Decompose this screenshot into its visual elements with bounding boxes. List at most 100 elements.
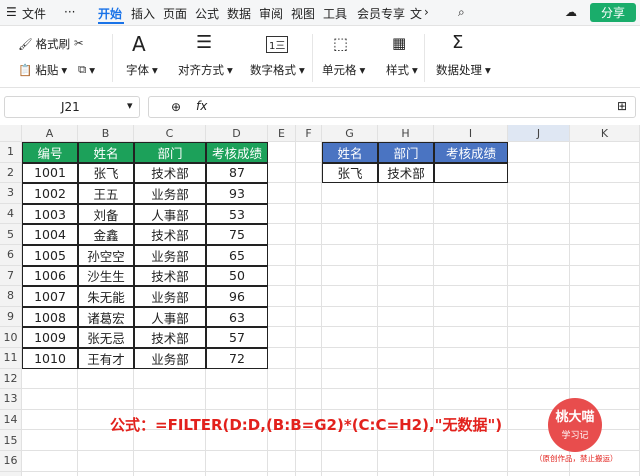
row-header[interactable]: 17 (0, 471, 22, 476)
row-header[interactable]: 5 (0, 224, 22, 245)
grid-cell[interactable]: 沙生生 (78, 265, 134, 287)
grid-cell[interactable] (508, 348, 570, 369)
hamburger-icon[interactable]: ☰ (6, 5, 17, 19)
row-header[interactable]: 6 (0, 245, 22, 266)
grid-cell[interactable] (296, 224, 322, 245)
grid-cell[interactable] (268, 245, 296, 266)
grid-cell[interactable] (78, 368, 134, 390)
chevron-down-icon[interactable]: ▾ (127, 99, 133, 112)
grid-cell[interactable]: 张飞 (322, 162, 378, 184)
grid-cell[interactable] (378, 224, 434, 245)
grid-cell[interactable] (268, 265, 296, 287)
column-header[interactable]: I (434, 125, 508, 142)
grid-cell[interactable]: 技术部 (134, 265, 206, 287)
row-header[interactable]: 9 (0, 306, 22, 328)
grid-cell[interactable] (434, 348, 508, 369)
grid-cell[interactable] (378, 306, 434, 328)
number-format-button[interactable]: 数字格式 ▾ (250, 62, 305, 78)
grid-cell[interactable] (378, 327, 434, 348)
grid-cell[interactable]: 张无忌 (78, 327, 134, 348)
grid-cell[interactable]: 1008 (22, 306, 78, 328)
grid-cell[interactable] (296, 183, 322, 204)
grid-cell[interactable]: 75 (206, 224, 268, 245)
column-header[interactable]: F (296, 125, 322, 142)
grid-cell[interactable]: 72 (206, 348, 268, 369)
grid-cell[interactable]: 孙空空 (78, 245, 134, 266)
tab-formula[interactable]: 公式 (195, 5, 219, 22)
select-all-corner[interactable] (0, 125, 22, 142)
grid-cell[interactable] (322, 183, 378, 204)
row-header[interactable]: 3 (0, 183, 22, 204)
row-header[interactable]: 7 (0, 265, 22, 287)
grid-cell[interactable] (378, 203, 434, 225)
grid-cell[interactable]: 考核成绩 (206, 142, 268, 163)
grid-cell[interactable]: 考核成绩 (434, 142, 508, 163)
grid-cell[interactable] (296, 245, 322, 266)
grid-cell[interactable] (22, 430, 78, 451)
grid-cell[interactable] (268, 142, 296, 163)
row-header[interactable]: 15 (0, 430, 22, 451)
column-header[interactable]: H (378, 125, 434, 142)
grid-cell[interactable] (322, 265, 378, 287)
grid-cell[interactable] (508, 162, 570, 184)
grid-cell[interactable] (570, 183, 640, 204)
grid-cell[interactable] (378, 368, 434, 390)
grid-cell[interactable] (508, 471, 570, 476)
grid-cell[interactable]: 朱无能 (78, 286, 134, 307)
grid-cell[interactable] (134, 471, 206, 476)
grid-cell[interactable] (296, 162, 322, 184)
grid-cell[interactable] (296, 142, 322, 163)
grid-cell[interactable] (508, 224, 570, 245)
grid-cell[interactable] (378, 265, 434, 287)
column-header[interactable]: K (570, 125, 640, 142)
row-header[interactable]: 8 (0, 286, 22, 307)
paste-button[interactable]: 📋 粘贴 ▾ (18, 62, 67, 78)
grid-cell[interactable] (434, 203, 508, 225)
grid-cell[interactable] (508, 286, 570, 307)
grid-cell[interactable] (134, 451, 206, 472)
grid-cell[interactable] (508, 245, 570, 266)
grid-cell[interactable] (570, 162, 640, 184)
grid-cell[interactable]: 业务部 (134, 183, 206, 204)
row-header[interactable]: 2 (0, 162, 22, 184)
grid-cell[interactable]: 1010 (22, 348, 78, 369)
grid-cell[interactable] (570, 203, 640, 225)
grid-cell[interactable] (570, 348, 640, 369)
grid-cell[interactable]: 王五 (78, 183, 134, 204)
grid-cell[interactable] (434, 224, 508, 245)
grid-cell[interactable] (570, 327, 640, 348)
grid-cell[interactable] (206, 451, 268, 472)
grid-cell[interactable] (570, 471, 640, 476)
grid-cell[interactable] (508, 183, 570, 204)
menu-file[interactable]: 文件 (22, 5, 46, 22)
column-header[interactable]: B (78, 125, 134, 142)
grid-cell[interactable] (434, 306, 508, 328)
grid-cell[interactable] (296, 471, 322, 476)
grid-cell[interactable]: 1002 (22, 183, 78, 204)
grid-cell[interactable] (268, 471, 296, 476)
grid-cell[interactable] (322, 203, 378, 225)
grid-cell[interactable] (434, 471, 508, 476)
row-header[interactable]: 16 (0, 451, 22, 472)
grid-cell[interactable]: 技术部 (134, 162, 206, 184)
grid-cell[interactable] (434, 162, 508, 184)
grid-cell[interactable] (378, 451, 434, 472)
grid-cell[interactable] (268, 183, 296, 204)
grid-cell[interactable] (78, 451, 134, 472)
grid-cell[interactable] (296, 203, 322, 225)
row-header[interactable]: 11 (0, 348, 22, 369)
number-format-icon[interactable]: 1三 (266, 36, 289, 53)
grid-cell[interactable] (508, 142, 570, 163)
grid-cell[interactable] (508, 327, 570, 348)
grid-cell[interactable] (22, 471, 78, 476)
grid-cell[interactable] (322, 286, 378, 307)
grid-cell[interactable] (508, 368, 570, 390)
grid-cell[interactable] (268, 368, 296, 390)
grid-cell[interactable] (296, 348, 322, 369)
grid-cell[interactable]: 张飞 (78, 162, 134, 184)
grid-cell[interactable] (434, 389, 508, 410)
font-button[interactable]: 字体 ▾ (126, 62, 158, 78)
grid-cell[interactable]: 刘备 (78, 203, 134, 225)
style-button[interactable]: 样式 ▾ (386, 62, 418, 78)
grid-cell[interactable] (378, 348, 434, 369)
